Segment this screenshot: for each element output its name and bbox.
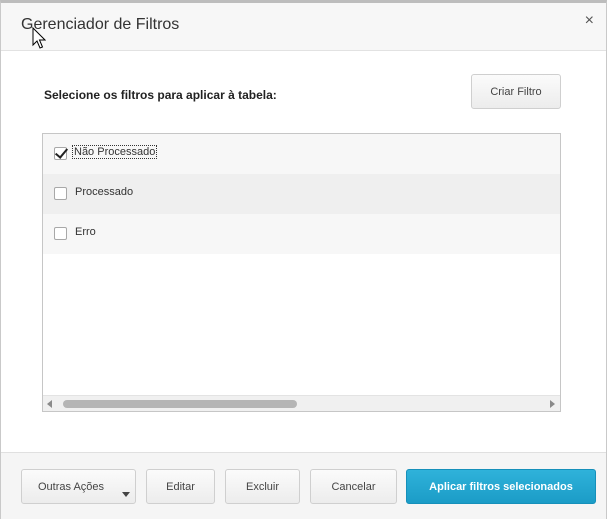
apply-filters-button[interactable]: Aplicar filtros selecionados <box>406 469 596 504</box>
caret-down-icon <box>122 492 130 497</box>
more-actions-button[interactable]: Outras Ações <box>21 469 136 504</box>
arrow-left-icon[interactable] <box>47 400 52 408</box>
list-item[interactable]: Processado <box>43 174 560 214</box>
arrow-right-icon[interactable] <box>550 400 555 408</box>
filter-label: Erro <box>75 226 96 238</box>
edit-button[interactable]: Editar <box>146 469 215 504</box>
filter-label: Não Processado <box>71 145 158 159</box>
more-actions-label: Outras Ações <box>38 480 105 493</box>
instruction-text: Selecione os filtros para aplicar à tabe… <box>44 88 277 102</box>
list-item[interactable]: Não Processado <box>43 134 560 174</box>
checkbox-icon[interactable] <box>54 227 67 240</box>
filter-label: Processado <box>75 186 134 198</box>
mouse-pointer-icon <box>32 27 46 49</box>
create-filter-button[interactable]: Criar Filtro <box>471 74 561 109</box>
cancel-button[interactable]: Cancelar <box>310 469 397 504</box>
horizontal-scrollbar[interactable] <box>43 395 560 411</box>
list-item[interactable]: Erro <box>43 214 560 254</box>
checkbox-icon[interactable] <box>54 147 67 160</box>
checkbox-icon[interactable] <box>54 187 67 200</box>
scrollbar-thumb[interactable] <box>63 400 297 408</box>
close-icon[interactable]: × <box>585 12 594 30</box>
delete-button[interactable]: Excluir <box>225 469 300 504</box>
filter-manager-dialog: Gerenciador de Filtros × Selecione os fi… <box>0 0 607 519</box>
filter-list[interactable]: Não Processado Processado Erro <box>42 133 561 412</box>
dialog-header: Gerenciador de Filtros × <box>1 3 606 51</box>
